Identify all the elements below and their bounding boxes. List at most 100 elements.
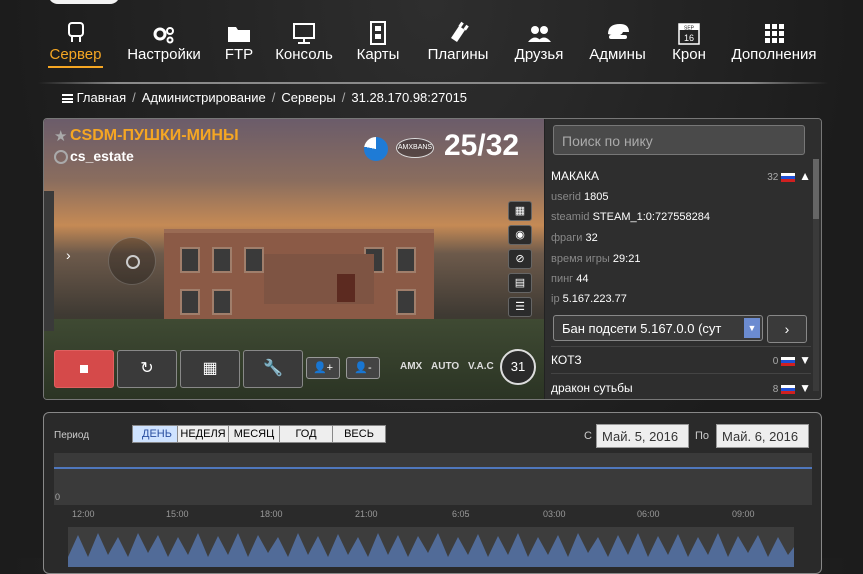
info-circle-button[interactable] <box>108 237 156 285</box>
navigator-chart[interactable] <box>68 527 794 567</box>
user-minus-icon: 👤- <box>354 362 372 374</box>
date-from-input[interactable]: Май. 5, 2016 <box>596 424 689 448</box>
admin-cap-icon <box>607 24 629 39</box>
nav-item-admins[interactable]: Админы <box>586 20 649 64</box>
breadcrumb-home[interactable]: Главная <box>77 90 126 105</box>
divider <box>551 346 811 347</box>
chevron-up-icon[interactable]: ▲ <box>799 169 811 183</box>
calendar-small-icon: ▦ <box>202 360 218 377</box>
x-tick: 03:00 <box>543 509 566 519</box>
date-to-input[interactable]: Май. 6, 2016 <box>716 424 809 448</box>
stop-icon <box>80 364 88 373</box>
nav-label: Крон <box>672 46 706 63</box>
breadcrumb-servers[interactable]: Серверы <box>281 90 335 105</box>
grid-icon <box>765 24 784 43</box>
server-panel: ★ CSDM-ПУШКИ-МИНЫ cs_estate AMXBANS 25/3… <box>43 118 822 400</box>
player-field-time: время игры 29:21 <box>551 253 641 265</box>
main-nav: Сервер Настройки FTP Консоль Карты Плаги… <box>0 20 863 72</box>
film-icon <box>370 21 386 45</box>
chevron-down-icon[interactable]: ▼ <box>799 353 811 367</box>
chevron-down-icon[interactable]: ▼ <box>799 381 811 395</box>
film-view-icon[interactable]: ▤ <box>508 273 532 293</box>
player-search-input[interactable]: Поиск по нику <box>553 125 805 155</box>
sidebar-scrollbar[interactable] <box>813 159 819 391</box>
player-sidebar: Поиск по нику МАКАКА 32 ▲ userid 1805 st… <box>545 119 821 399</box>
favorite-star-icon[interactable]: ★ <box>54 127 67 145</box>
calendar-icon: SEP 16 <box>678 23 700 45</box>
date-to-label: По <box>695 430 710 442</box>
player-name: МАКАКА <box>551 169 599 183</box>
x-tick: 21:00 <box>355 509 378 519</box>
tab-day[interactable]: ДЕНЬ <box>132 425 182 443</box>
chevron-right-icon[interactable]: › <box>66 247 71 263</box>
calendar-day: 16 <box>684 33 694 43</box>
friends-icon <box>528 26 551 42</box>
nav-label: Сервер <box>49 46 102 63</box>
nav-label: Друзья <box>514 46 564 63</box>
breadcrumb: Главная / Администрирование / Серверы/31.28.… <box>62 90 467 105</box>
nav-label: Плагины <box>427 46 489 63</box>
flag-ru-icon <box>781 384 796 394</box>
tab-week[interactable]: НЕДЕЛЯ <box>177 425 229 443</box>
map-icon <box>54 150 68 164</box>
nav-label: Настройки <box>127 46 201 63</box>
nav-item-server[interactable]: Сервер <box>48 20 103 68</box>
server-icon <box>67 22 84 42</box>
series-line <box>54 467 812 469</box>
badge-vac: V.A.C <box>467 361 494 372</box>
calendar-button[interactable]: ▦ <box>180 350 240 388</box>
add-slot-button[interactable]: 👤+ <box>306 357 340 379</box>
nav-item-settings[interactable]: Настройки <box>123 20 205 64</box>
stats-panel: Период ДЕНЬ НЕДЕЛЯ МЕСЯЦ ГОД ВЕСЬ С Май.… <box>43 412 822 574</box>
chevron-right-icon: › <box>784 321 790 337</box>
list-view-icon[interactable]: ☰ <box>508 297 532 317</box>
nav-item-plugins[interactable]: Плагины <box>424 20 492 64</box>
porch <box>264 254 374 304</box>
player-pie-icon <box>364 137 388 161</box>
tab-month[interactable]: МЕСЯЦ <box>228 425 280 443</box>
tab-all[interactable]: ВЕСЬ <box>332 425 386 443</box>
prev-arrow[interactable] <box>44 191 54 331</box>
protocol-badge: 31 <box>500 349 536 385</box>
nav-label: Админы <box>589 46 646 63</box>
nav-item-console[interactable]: Консоль <box>272 20 336 64</box>
player-row[interactable]: дракон сутьбы 8 ▼ <box>551 381 811 395</box>
player-row-expanded[interactable]: МАКАКА 32 ▲ <box>551 169 811 183</box>
wrench-button[interactable]: 🔧 <box>243 350 303 388</box>
eye-slash-icon[interactable]: ⊘ <box>508 249 532 269</box>
x-tick: 09:00 <box>732 509 755 519</box>
nav-label: FTP <box>224 46 254 63</box>
grid-view-icon[interactable]: ▦ <box>508 201 532 221</box>
player-row[interactable]: КОТЗ 0 ▼ <box>551 353 811 367</box>
apply-action-button[interactable]: › <box>767 315 807 343</box>
badge-amx: AMX <box>400 361 423 372</box>
eye-icon[interactable]: ◉ <box>508 225 532 245</box>
nav-item-cron[interactable]: SEP 16 Крон <box>669 20 709 64</box>
stop-button[interactable] <box>54 350 114 388</box>
view-buttons: ▦ ◉ ⊘ ▤ ☰ <box>508 201 532 321</box>
navigator-series <box>68 533 794 567</box>
breadcrumb-admin[interactable]: Администрирование <box>142 90 266 105</box>
player-field-steamid: steamid STEAM_1:0:727558284 <box>551 211 711 223</box>
player-field-frags: фраги 32 <box>551 232 598 244</box>
player-count: 8 <box>772 384 779 395</box>
chevron-down-icon: ▼ <box>744 318 760 338</box>
restart-button[interactable]: ↻ <box>117 350 177 388</box>
nav-label: Карты <box>356 46 400 63</box>
x-tick: 06:00 <box>637 509 660 519</box>
player-field-userid: userid 1805 <box>551 191 609 203</box>
nav-label: Дополнения <box>731 46 817 63</box>
server-name: CSDM-ПУШКИ-МИНЫ <box>70 127 239 144</box>
badge-auto: AUTO <box>431 361 460 372</box>
tab-year[interactable]: ГОД <box>279 425 333 443</box>
folder-icon <box>228 27 250 42</box>
x-tick: 15:00 <box>166 509 189 519</box>
remove-slot-button[interactable]: 👤- <box>346 357 380 379</box>
nav-item-ftp[interactable]: FTP <box>222 20 256 64</box>
nav-item-friends[interactable]: Друзья <box>512 20 566 64</box>
nav-item-maps[interactable]: Карты <box>355 20 401 64</box>
ban-action-select[interactable]: Бан подсети 5.167.0.0 (сут ▼ <box>553 315 763 341</box>
nav-item-addons[interactable]: Дополнения <box>728 20 820 64</box>
period-label: Период <box>54 430 90 441</box>
amxbans-logo: AMXBANS <box>396 138 434 158</box>
